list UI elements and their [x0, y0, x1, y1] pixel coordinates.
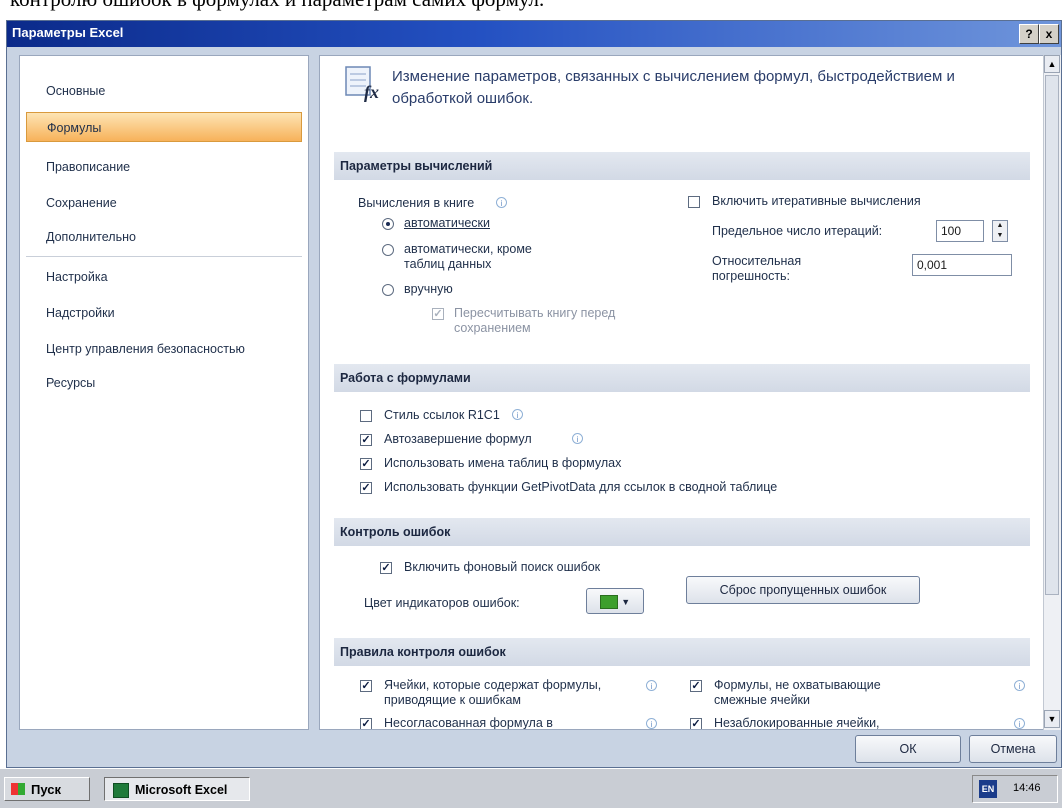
scroll-thumb[interactable] — [1045, 75, 1059, 595]
close-button[interactable]: x — [1039, 24, 1059, 44]
recalc-before-save-label: Пересчитывать книгу перед сохранением — [454, 306, 616, 335]
r1c1-checkbox[interactable] — [360, 410, 372, 422]
fx-icon: fx — [344, 64, 388, 102]
sidebar-item-save[interactable]: Сохранение — [26, 188, 302, 218]
sidebar-item-formulas[interactable]: Формулы — [26, 112, 302, 142]
info-icon: i — [1014, 680, 1025, 691]
getpivotdata-checkbox[interactable]: ✓ — [360, 482, 372, 494]
start-label: Пуск — [31, 782, 61, 797]
taskbar-excel-button[interactable]: Microsoft Excel — [104, 777, 250, 801]
start-button[interactable]: Пуск — [4, 777, 90, 801]
section-calculation-options: Параметры вычислений — [334, 152, 1030, 180]
iterative-calc-checkbox[interactable] — [688, 196, 700, 208]
radio-automatic-except-tables[interactable] — [382, 244, 394, 256]
section-error-checking: Контроль ошибок — [334, 518, 1030, 546]
scroll-down-button[interactable]: ▼ — [1044, 710, 1060, 728]
background-error-checking-checkbox[interactable]: ✓ — [380, 562, 392, 574]
system-tray: EN 14:46 — [972, 775, 1058, 803]
sidebar-item-resources[interactable]: Ресурсы — [26, 368, 302, 398]
excel-options-dialog: Параметры Excel ? x Основные Формулы Пра… — [6, 20, 1062, 768]
excel-icon — [113, 783, 129, 798]
svg-text:fx: fx — [364, 82, 379, 102]
workbook-calculation-label: Вычисления в книге — [358, 196, 475, 210]
clock: 14:46 — [1013, 782, 1041, 794]
sidebar-item-general[interactable]: Основные — [26, 76, 302, 106]
ok-button[interactable]: ОК — [855, 735, 961, 763]
sidebar-item-addins[interactable]: Надстройки — [26, 298, 302, 328]
options-sidebar: Основные Формулы Правописание Сохранение… — [19, 55, 309, 730]
radio-manual[interactable] — [382, 284, 394, 296]
recalc-before-save-checkbox[interactable]: ✓ — [432, 308, 444, 320]
formula-autocomplete-checkbox[interactable]: ✓ — [360, 434, 372, 446]
sidebar-item-customize[interactable]: Настройка — [26, 262, 302, 292]
chevron-down-icon: ▼ — [621, 597, 631, 607]
sidebar-divider — [26, 256, 302, 257]
radio-automatic[interactable] — [382, 218, 394, 230]
max-iterations-spinner[interactable]: ▲ ▼ — [992, 220, 1008, 242]
rule-omits-adjacent-checkbox[interactable]: ✓ — [690, 680, 702, 692]
rule-inconsistent-formula-checkbox[interactable]: ✓ — [360, 718, 372, 729]
formula-autocomplete-label[interactable]: Автозавершение формул — [384, 432, 532, 446]
section-error-checking-rules: Правила контроля ошибок — [334, 638, 1030, 666]
table-names-checkbox[interactable]: ✓ — [360, 458, 372, 470]
info-icon: i — [572, 433, 583, 444]
sidebar-item-proofing[interactable]: Правописание — [26, 152, 302, 182]
info-icon: i — [646, 680, 657, 691]
content-scrollbar[interactable]: ▲ ▼ — [1043, 55, 1061, 730]
table-names-label[interactable]: Использовать имена таблиц в формулах — [384, 456, 621, 470]
rule-error-formulas-checkbox[interactable]: ✓ — [360, 680, 372, 692]
info-icon: i — [646, 718, 657, 729]
getpivotdata-label[interactable]: Использовать функции GetPivotData для сс… — [384, 480, 777, 494]
paint-bucket-icon — [599, 594, 618, 609]
radio-manual-label[interactable]: вручную — [404, 282, 453, 296]
reset-ignored-errors-button[interactable]: Сброс пропущенных ошибок — [686, 576, 920, 604]
radio-automatic-label[interactable]: автоматически — [404, 216, 490, 230]
taskbar-app-label: Microsoft Excel — [135, 783, 228, 797]
sidebar-item-trust-center[interactable]: Центр управления безопасностью — [26, 334, 302, 364]
rule-inconsistent-formula-label[interactable]: Несогласованная формула в — [384, 716, 553, 729]
max-iterations-input[interactable]: 100 — [936, 220, 984, 242]
page-description: Изменение параметров, связанных с вычисл… — [392, 68, 955, 107]
rule-omits-adjacent-label[interactable]: Формулы, не охватывающие смежные ячейки — [714, 678, 914, 708]
scroll-up-button[interactable]: ▲ — [1044, 55, 1060, 73]
rule-unlocked-cells-checkbox[interactable]: ✓ — [690, 718, 702, 729]
iterative-calc-label[interactable]: Включить итеративные вычисления — [712, 194, 921, 208]
info-icon: i — [496, 197, 507, 208]
radio-automatic-except-tables-label[interactable]: автоматически, кроме таблиц данных — [404, 242, 574, 272]
r1c1-label[interactable]: Стиль ссылок R1C1 — [384, 408, 500, 422]
indicator-color-picker[interactable]: ▼ — [586, 588, 644, 614]
max-iterations-label: Предельное число итераций: — [712, 224, 883, 238]
background-caption: контролю ошибок в формулах и параметрам … — [10, 0, 544, 12]
max-change-input[interactable]: 0,001 — [912, 254, 1012, 276]
info-icon: i — [1014, 718, 1025, 729]
taskbar: Пуск Microsoft Excel EN 14:46 — [0, 768, 1062, 808]
sidebar-item-advanced[interactable]: Дополнительно — [26, 222, 302, 252]
cancel-button[interactable]: Отмена — [969, 735, 1057, 763]
indicator-color-label: Цвет индикаторов ошибок: — [364, 596, 520, 610]
help-button[interactable]: ? — [1019, 24, 1039, 44]
rule-unlocked-cells-label[interactable]: Незаблокированные ячейки, — [714, 716, 880, 729]
info-icon: i — [512, 409, 523, 420]
options-content: fx Изменение параметров, связанных с выч… — [319, 55, 1047, 730]
title-bar: Параметры Excel ? x — [7, 21, 1061, 47]
section-working-with-formulas: Работа с формулами — [334, 364, 1030, 392]
window-title: Параметры Excel — [12, 25, 124, 40]
background-error-checking-label[interactable]: Включить фоновый поиск ошибок — [404, 560, 600, 574]
rule-error-formulas-label[interactable]: Ячейки, которые содержат формулы, привод… — [384, 678, 624, 708]
language-indicator[interactable]: EN — [979, 780, 997, 798]
max-change-label: Относительная погрешность: — [712, 254, 802, 283]
windows-logo-icon — [11, 783, 25, 795]
